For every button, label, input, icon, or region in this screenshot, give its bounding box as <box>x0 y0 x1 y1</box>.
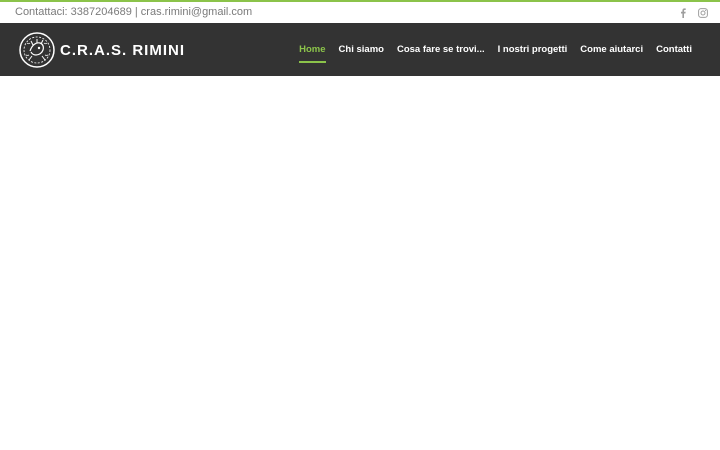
main-navigation: Home Chi siamo Cosa fare se trovi... I n… <box>299 23 692 76</box>
nav-come-aiutarci[interactable]: Come aiutarci <box>580 40 643 59</box>
instagram-icon[interactable] <box>698 8 708 18</box>
logo-emblem-icon <box>19 32 55 68</box>
contact-info: Contattaci: 3387204689 | cras.rimini@gma… <box>15 6 253 18</box>
nav-home[interactable]: Home <box>299 40 326 63</box>
logo-text: C.R.A.S. RIMINI <box>60 41 186 59</box>
nav-progetti[interactable]: I nostri progetti <box>498 40 568 59</box>
nav-cosa-fare[interactable]: Cosa fare se trovi... <box>397 40 485 59</box>
main-header: C.R.A.S. RIMINI Home Chi siamo Cosa fare… <box>0 23 720 76</box>
page-content <box>0 76 720 450</box>
nav-chi-siamo[interactable]: Chi siamo <box>339 40 384 59</box>
top-bar: Contattaci: 3387204689 | cras.rimini@gma… <box>0 0 720 23</box>
nav-contatti[interactable]: Contatti <box>656 40 692 59</box>
site-logo[interactable]: C.R.A.S. RIMINI <box>18 31 185 69</box>
facebook-icon[interactable] <box>678 8 688 18</box>
social-links <box>678 8 708 18</box>
